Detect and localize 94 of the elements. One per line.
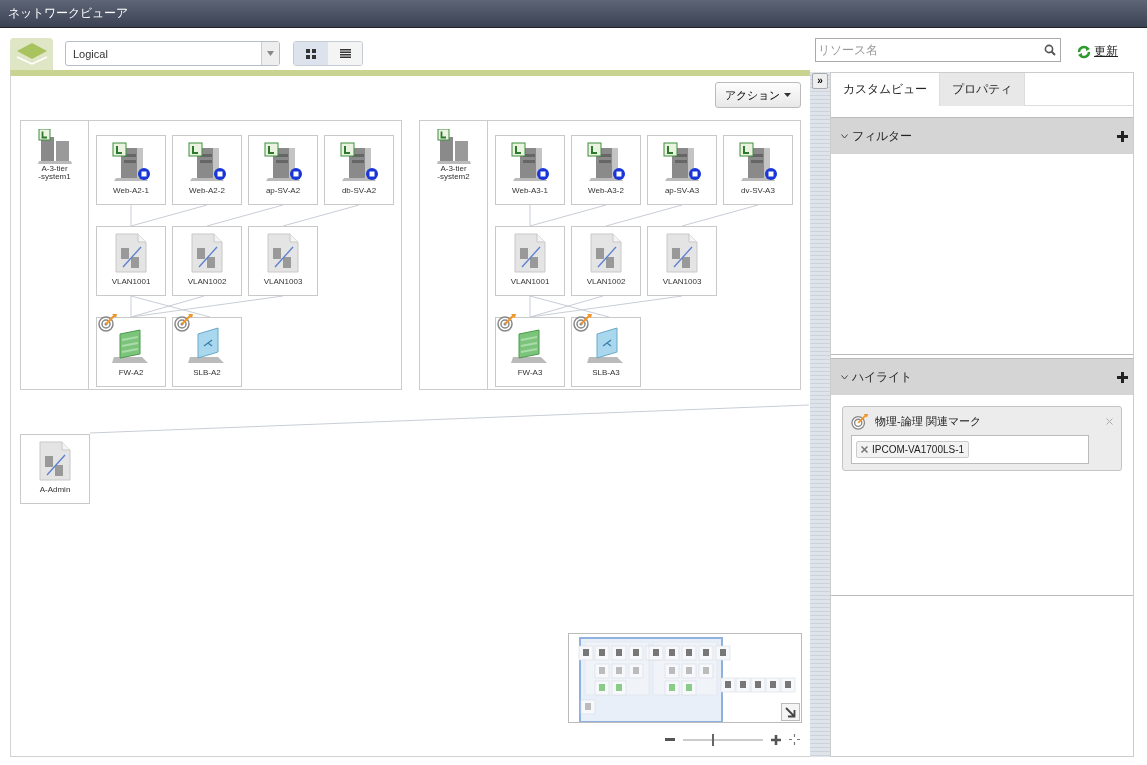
node-card[interactable]: Web-A2-1 [96,135,166,205]
section-header[interactable]: フィルター [831,118,1133,154]
node-label: FW-A3 [517,368,543,377]
resize-button[interactable] [781,703,800,721]
node-label: db-SV-A2 [341,186,377,195]
network-document-icon [665,233,699,273]
node-label: SLB-A2 [193,368,221,377]
caret-icon [784,93,791,97]
server-icon [110,142,152,182]
node-card[interactable]: SLB-A3 [571,317,641,387]
network-document-icon [38,441,72,481]
chevron-icon [841,133,848,139]
section-title: フィルター [852,127,913,145]
fit-icon [789,734,800,745]
node-card[interactable]: dv-SV-A3 [723,135,793,205]
zoom-in-icon [771,734,781,745]
grid-view-button[interactable] [294,42,328,65]
node-label: VLAN1001 [111,277,151,286]
node-card[interactable]: Web-A3-1 [495,135,565,205]
action-button[interactable]: アクション [715,82,801,108]
chevron-icon [841,374,848,380]
list-view-button[interactable] [328,42,362,65]
node-card[interactable]: SLB-A2 [172,317,242,387]
network-document-icon [513,233,547,273]
server-icon [262,142,304,182]
node-label: Web-A2-2 [189,186,225,195]
node-label: Web-A3-1 [512,186,548,195]
node-card[interactable]: VLAN1003 [647,226,717,296]
refresh-link[interactable]: 更新 [1077,43,1118,60]
network-document-icon [114,233,148,273]
node-card[interactable]: VLAN1001 [96,226,166,296]
server-group-icon [36,129,73,165]
network-document-icon [266,233,300,273]
arrow-icon [785,706,796,718]
highlight-title: 物理-論理 関連マーク [875,414,982,429]
node-card[interactable]: A-Admin [20,434,90,504]
close-icon [1106,418,1113,425]
server-icon [661,142,703,182]
node-card[interactable]: ap-SV-A2 [248,135,318,205]
list-icon [339,49,351,58]
server-icon [186,142,228,182]
collapse-button[interactable]: » [812,73,828,89]
panel-tab[interactable]: プロパティ [940,73,1025,106]
server-icon [737,142,779,182]
node-label: Web-A3-2 [588,186,624,195]
node-card[interactable]: Web-A2-2 [172,135,242,205]
node-label: dv-SV-A3 [741,186,775,195]
search-icon [1044,44,1056,56]
network-document-icon [190,233,224,273]
node-card[interactable]: ap-SV-A3 [647,135,717,205]
target-icon [851,413,869,430]
system-name: A-3-tier -system1 [38,165,71,182]
node-label: VLAN1003 [662,277,702,286]
node-card[interactable]: VLAN1002 [172,226,242,296]
node-card[interactable]: db-SV-A2 [324,135,394,205]
node-label: A-Admin [39,485,71,494]
node-card[interactable]: FW-A3 [495,317,565,387]
server-group-icon [435,129,472,165]
node-label: VLAN1001 [510,277,550,286]
resource-tag[interactable]: IPCOM-VA1700LS-1 [856,441,970,458]
node-label: SLB-A3 [592,368,620,377]
node-card[interactable]: VLAN1002 [571,226,641,296]
node-label: VLAN1002 [586,277,626,286]
node-label: FW-A2 [118,368,144,377]
server-icon [585,142,627,182]
server-icon [338,142,380,182]
window-title: ネットワークビューア [8,5,128,22]
node-label: ap-SV-A3 [664,186,700,195]
add-icon [1117,130,1128,142]
node-card[interactable]: FW-A2 [96,317,166,387]
panel-tab[interactable]: カスタムビュー [831,73,940,106]
view-select[interactable]: Logical [65,41,280,66]
server-icon [509,142,551,182]
network-document-icon [589,233,623,273]
node-card[interactable]: VLAN1003 [248,226,318,296]
refresh-icon [1077,44,1091,59]
search-field[interactable]: リソース名 [815,38,1061,62]
system-name: A-3-tier -system2 [437,165,470,182]
zoom-out-icon [665,737,675,742]
add-icon [1117,371,1128,383]
layers-icon [14,42,49,66]
node-label: VLAN1003 [263,277,303,286]
tag-field[interactable]: IPCOM-VA1700LS-1 [851,435,1089,464]
node-label: ap-SV-A2 [265,186,301,195]
section-header[interactable]: ハイライト [831,359,1133,395]
node-card[interactable]: Web-A3-2 [571,135,641,205]
node-label: VLAN1002 [187,277,227,286]
caret-icon [267,51,274,56]
node-card[interactable]: VLAN1001 [495,226,565,296]
grid-icon [306,48,316,59]
node-label: Web-A2-1 [113,186,149,195]
remove-icon [861,446,868,453]
section-title: ハイライト [852,368,913,386]
slider-thumb[interactable] [711,733,714,746]
